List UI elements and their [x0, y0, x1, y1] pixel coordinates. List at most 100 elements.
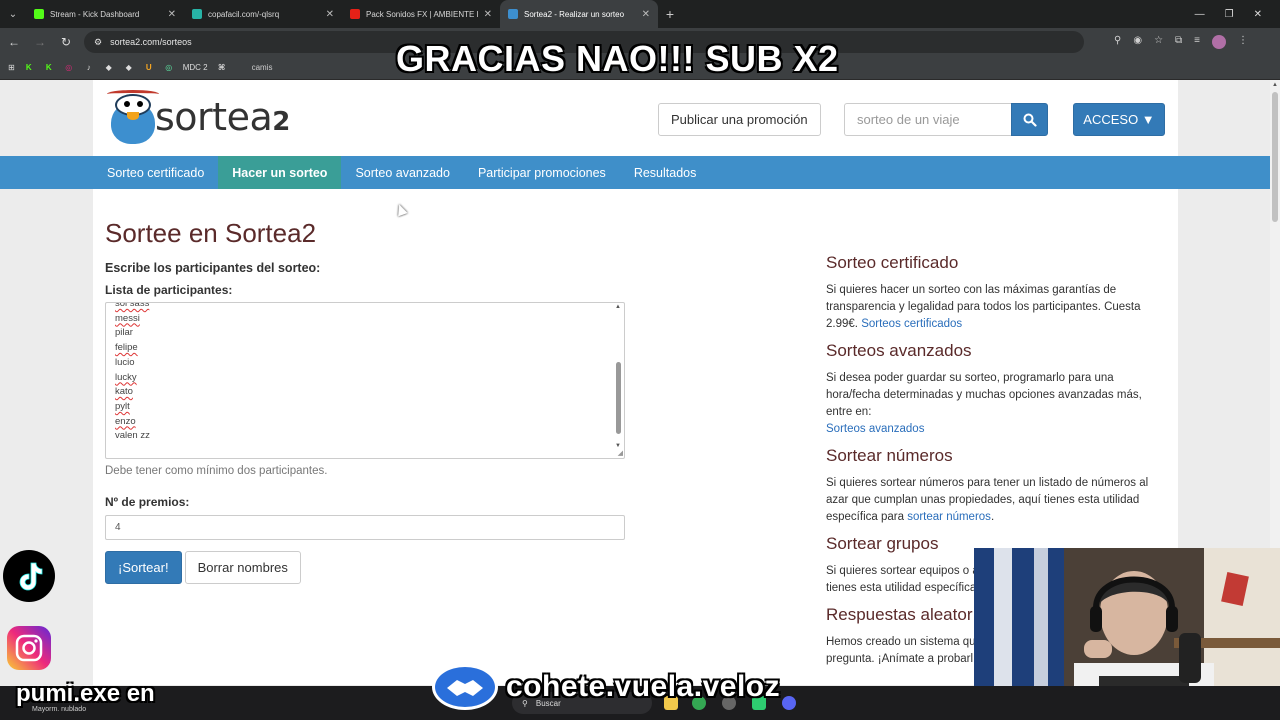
address-bar-icons: ⚲ ◉ ☆ ⧉ ≡ ⋮ — [1114, 35, 1248, 49]
sidebar-text-advanced: Si desea poder guardar su sorteo, progra… — [826, 372, 1142, 435]
tab-title: Stream - Kick Dashboard — [50, 9, 140, 19]
advanced-link[interactable]: Sorteos avanzados — [826, 423, 924, 435]
bookmark-instagram-icon[interactable]: ◎ — [63, 62, 75, 74]
bookmark-mdc2[interactable]: MDC 2 — [183, 63, 208, 72]
handshake-glyph-icon — [447, 680, 483, 696]
copafacil-favicon-icon — [192, 9, 202, 19]
form-buttons: ¡Sortear! Borrar nombres — [105, 551, 625, 584]
url-text: sortea2.com/sorteos — [110, 37, 192, 47]
prizes-label: Nº de premios: — [105, 495, 190, 509]
bookmark-icon[interactable]: ◆ — [103, 62, 115, 74]
tiktok-note-icon — [19, 562, 43, 591]
bookmark-circle-icon[interactable]: ◎ — [163, 62, 175, 74]
bookmark-icon[interactable]: ⌘ — [216, 62, 228, 74]
kick-favicon-icon — [34, 9, 44, 19]
bookmark-u-icon[interactable]: U — [143, 62, 155, 74]
tiktok-icon — [3, 550, 55, 602]
profile-avatar[interactable] — [1212, 35, 1227, 49]
sidebar-text-numbers: Si quieres sortear números para tener un… — [826, 477, 1149, 523]
star-icon[interactable]: ☆ — [1154, 35, 1163, 49]
textarea-scrollbar[interactable]: ▲ ▼ — [614, 304, 623, 457]
sidebar-title-certified: Sorteo certificado — [826, 253, 959, 272]
resize-handle-icon[interactable]: ◢ — [618, 449, 623, 457]
participant-line: felipe — [115, 342, 138, 354]
scroll-up-icon[interactable]: ▲ — [1272, 82, 1278, 88]
eye-off-icon[interactable]: ◉ — [1133, 35, 1142, 49]
search-input[interactable] — [844, 103, 1011, 136]
browser-tab[interactable]: Pack Sonidos FX | AMBIENTE H ✕ — [342, 0, 500, 28]
draw-form: Sortee en Sortea2 Escribe los participan… — [105, 218, 625, 584]
sidebar-text-certified: Si quieres hacer un sorteo con las máxim… — [826, 284, 1141, 330]
instagram-icon — [7, 626, 51, 670]
sidebar-title-numbers: Sortear números — [826, 446, 953, 465]
zoom-icon[interactable]: ⚲ — [1114, 35, 1121, 49]
page-scroll-thumb[interactable] — [1272, 92, 1278, 222]
minimize-icon[interactable]: — — [1195, 9, 1205, 20]
prizes-input[interactable] — [105, 515, 625, 540]
extensions-icon[interactable]: ⧉ — [1175, 35, 1182, 49]
close-window-icon[interactable]: ✕ — [1254, 9, 1262, 20]
tab-search-icon[interactable]: ⌄ — [0, 0, 26, 28]
handshake-icon — [432, 664, 498, 710]
numbers-link[interactable]: sortear números — [907, 511, 991, 523]
browser-tab[interactable]: Stream - Kick Dashboard ✕ — [26, 0, 184, 28]
close-tab-icon[interactable]: ✕ — [642, 9, 650, 20]
scroll-thumb[interactable] — [616, 362, 621, 434]
bookmark-camis[interactable]: camis — [252, 63, 273, 72]
close-tab-icon[interactable]: ✕ — [484, 9, 492, 20]
browser-tab-active[interactable]: Sortea2 - Realizar un sorteo ✕ — [500, 0, 658, 28]
tab-list-icon[interactable]: ≡ — [1194, 35, 1200, 49]
apps-grid-icon[interactable]: ⊞ — [8, 63, 15, 72]
search-icon — [1023, 113, 1037, 127]
nav-item-participar-promociones[interactable]: Participar promociones — [464, 156, 620, 189]
bookmark-icon[interactable]: ◆ — [123, 62, 135, 74]
bookmark-kick-icon[interactable]: K — [43, 62, 55, 74]
tab-title: copafacil.com/-qlsrq — [208, 9, 280, 19]
forward-arrow-icon[interactable]: → — [32, 35, 48, 49]
stream-name-overlay: pumi.exe en — [16, 680, 155, 707]
main-nav: Sorteo certificado Hacer un sorteo Sorte… — [0, 156, 1270, 189]
site-info-icon[interactable]: ⚙ — [94, 37, 102, 48]
sidebar-title-advanced: Sorteos avanzados — [826, 341, 972, 360]
close-tab-icon[interactable]: ✕ — [168, 9, 176, 20]
publish-promotion-button[interactable]: Publicar una promoción — [658, 103, 821, 136]
participant-line: pylt — [115, 400, 130, 412]
nav-item-sorteo-certificado[interactable]: Sorteo certificado — [93, 156, 218, 189]
participants-lines: sol sass messi pilar felipe lucio lucky … — [115, 303, 150, 444]
sortea2-favicon-icon — [508, 9, 518, 19]
stream-banner: GRACIAS NAO!!! SUB X2 — [396, 38, 839, 79]
reload-icon[interactable]: ↻ — [58, 35, 74, 49]
logo-text: sortea2 — [155, 95, 290, 139]
participant-line: lucio — [115, 356, 135, 368]
back-arrow-icon[interactable]: ← — [6, 35, 22, 49]
bookmark-kick-icon[interactable]: K — [23, 62, 35, 74]
bookmark-tiktok-icon[interactable]: ♪ — [83, 62, 95, 74]
search-button[interactable] — [1011, 103, 1048, 136]
browser-tab-bar: ⌄ Stream - Kick Dashboard ✕ copafacil.co… — [0, 0, 1280, 28]
clear-names-button[interactable]: Borrar nombres — [184, 551, 301, 584]
nav-item-sorteo-avanzado[interactable]: Sorteo avanzado — [341, 156, 464, 189]
close-tab-icon[interactable]: ✕ — [326, 9, 334, 20]
maximize-icon[interactable]: ❐ — [1225, 9, 1234, 20]
participants-textarea[interactable]: sol sass messi pilar felipe lucio lucky … — [105, 302, 625, 459]
tab-title: Sortea2 - Realizar un sorteo — [524, 9, 625, 19]
nav-item-resultados[interactable]: Resultados — [620, 156, 711, 189]
certified-link[interactable]: Sorteos certificados — [861, 318, 962, 330]
new-tab-button[interactable]: + — [658, 6, 682, 22]
tab-title: Pack Sonidos FX | AMBIENTE H — [366, 9, 478, 19]
menu-icon[interactable]: ⋮ — [1238, 35, 1248, 49]
draw-button[interactable]: ¡Sortear! — [105, 551, 182, 584]
participants-heading: Escribe los participantes del sorteo: — [105, 261, 321, 275]
search-group — [844, 103, 1048, 136]
promo-overlay-text: cohete.vuela.veloz — [506, 670, 781, 703]
sortea2-logo[interactable]: sortea2 — [107, 90, 290, 144]
participant-line: pilar — [115, 327, 133, 339]
scroll-up-icon[interactable]: ▲ — [615, 304, 621, 310]
site-header: sortea2 Publicar una promoción ACCESO ▼ — [93, 80, 1178, 156]
acceso-button[interactable]: ACCESO ▼ — [1073, 103, 1165, 136]
participant-line: enzo — [115, 415, 136, 427]
nav-item-hacer-un-sorteo[interactable]: Hacer un sorteo — [218, 156, 342, 189]
browser-tab[interactable]: copafacil.com/-qlsrq ✕ — [184, 0, 342, 28]
youtube-favicon-icon — [350, 9, 360, 19]
discord-icon[interactable] — [782, 696, 796, 710]
